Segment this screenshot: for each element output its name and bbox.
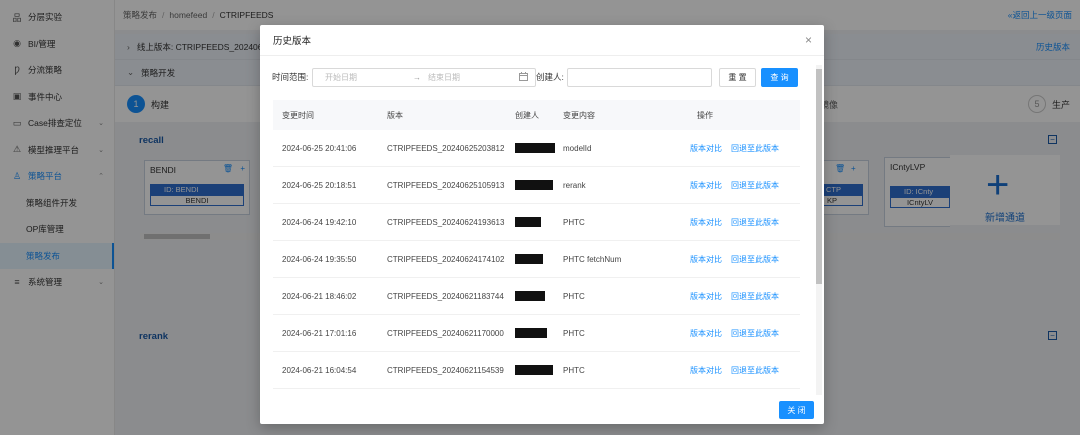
change-time: 2024-06-21 18:46:02 bbox=[282, 291, 357, 301]
content-cell: PHTC bbox=[563, 365, 585, 375]
rollback-link[interactable]: 回退至此版本 bbox=[731, 181, 779, 190]
table-row: 2024-06-21 18:46:02 CTRIPFEEDS_202406211… bbox=[273, 278, 800, 315]
creator-cell bbox=[515, 254, 563, 264]
creator-cell bbox=[515, 291, 563, 301]
date-range-picker[interactable]: 开始日期 → 结束日期 bbox=[312, 68, 536, 87]
redacted-name bbox=[515, 291, 545, 301]
vertical-scrollbar[interactable] bbox=[816, 65, 822, 395]
creator-cell bbox=[515, 180, 563, 190]
start-date-input[interactable]: 开始日期 bbox=[325, 72, 357, 83]
creator-cell bbox=[515, 365, 563, 375]
table-row: 2024-06-25 20:41:06 CTRIPFEEDS_202406252… bbox=[273, 130, 800, 167]
dialog-title: 历史版本 bbox=[273, 36, 312, 47]
redacted-name bbox=[515, 180, 553, 190]
version-cell: CTRIPFEEDS_20240624193613 bbox=[387, 217, 505, 227]
column-header: 操作 bbox=[697, 110, 713, 120]
rollback-link[interactable]: 回退至此版本 bbox=[731, 144, 779, 153]
change-time: 2024-06-21 17:01:16 bbox=[282, 328, 357, 338]
compare-link[interactable]: 版本对比 bbox=[690, 181, 722, 190]
content-cell: rerank bbox=[563, 180, 586, 190]
scrollbar-thumb[interactable] bbox=[816, 69, 822, 284]
history-table: 变更时间 版本 创建人 变更内容 操作 2024-06-25 20:41:06 … bbox=[273, 100, 800, 389]
rollback-link[interactable]: 回退至此版本 bbox=[731, 329, 779, 338]
change-time: 2024-06-25 20:18:51 bbox=[282, 180, 357, 190]
reset-button[interactable]: 重 置 bbox=[719, 68, 756, 87]
content-cell: modelId bbox=[563, 143, 592, 153]
version-cell: CTRIPFEEDS_20240621183744 bbox=[387, 291, 504, 301]
table-row: 2024-06-25 20:18:51 CTRIPFEEDS_202406251… bbox=[273, 167, 800, 204]
rollback-link[interactable]: 回退至此版本 bbox=[731, 366, 779, 375]
action-cell: 版本对比 回退至此版本 bbox=[690, 180, 800, 191]
creator-label: 创建人: bbox=[536, 72, 564, 82]
compare-link[interactable]: 版本对比 bbox=[690, 366, 722, 375]
change-time: 2024-06-24 19:35:50 bbox=[282, 254, 357, 264]
creator-cell bbox=[515, 217, 563, 227]
action-cell: 版本对比 回退至此版本 bbox=[690, 365, 800, 376]
action-cell: 版本对比 回退至此版本 bbox=[690, 143, 800, 154]
compare-link[interactable]: 版本对比 bbox=[690, 329, 722, 338]
version-cell: CTRIPFEEDS_20240621154539 bbox=[387, 365, 504, 375]
compare-link[interactable]: 版本对比 bbox=[690, 218, 722, 227]
column-header: 创建人 bbox=[515, 110, 539, 120]
redacted-name bbox=[515, 143, 555, 153]
change-time: 2024-06-24 19:42:10 bbox=[282, 217, 357, 227]
redacted-name bbox=[515, 254, 543, 264]
version-cell: CTRIPFEEDS_20240621170000 bbox=[387, 328, 504, 338]
content-cell: PHTC bbox=[563, 217, 585, 227]
action-cell: 版本对比 回退至此版本 bbox=[690, 328, 800, 339]
version-cell: CTRIPFEEDS_20240625105913 bbox=[387, 180, 505, 190]
query-button[interactable]: 查 询 bbox=[761, 68, 798, 87]
table-row: 2024-06-24 19:35:50 CTRIPFEEDS_202406241… bbox=[273, 241, 800, 278]
compare-link[interactable]: 版本对比 bbox=[690, 144, 722, 153]
history-version-dialog: 历史版本 × 时间范围: 开始日期 → 结束日期 创建人: 重 置 查 询 变更… bbox=[260, 25, 824, 424]
compare-link[interactable]: 版本对比 bbox=[690, 255, 722, 264]
time-range-label: 时间范围: bbox=[272, 72, 309, 82]
rollback-link[interactable]: 回退至此版本 bbox=[731, 218, 779, 227]
content-cell: PHTC fetchNum bbox=[563, 254, 622, 264]
change-time: 2024-06-25 20:41:06 bbox=[282, 143, 357, 153]
action-cell: 版本对比 回退至此版本 bbox=[690, 217, 800, 228]
table-row: 2024-06-24 19:42:10 CTRIPFEEDS_202406241… bbox=[273, 204, 800, 241]
end-date-input[interactable]: 结束日期 bbox=[428, 72, 460, 83]
creator-cell bbox=[515, 143, 563, 153]
content-cell: PHTC bbox=[563, 328, 585, 338]
redacted-name bbox=[515, 365, 553, 375]
action-cell: 版本对比 回退至此版本 bbox=[690, 254, 800, 265]
redacted-name bbox=[515, 328, 547, 338]
table-row: 2024-06-21 17:01:16 CTRIPFEEDS_202406211… bbox=[273, 315, 800, 352]
content-cell: PHTC bbox=[563, 291, 585, 301]
table-header: 变更时间 版本 创建人 变更内容 操作 bbox=[273, 100, 800, 130]
dialog-header: 历史版本 bbox=[260, 25, 824, 56]
column-header: 版本 bbox=[387, 110, 403, 120]
rollback-link[interactable]: 回退至此版本 bbox=[731, 255, 779, 264]
close-icon[interactable]: × bbox=[805, 33, 812, 47]
calendar-icon bbox=[519, 72, 528, 83]
column-header: 变更时间 bbox=[282, 110, 314, 120]
change-time: 2024-06-21 16:04:54 bbox=[282, 365, 357, 375]
creator-cell bbox=[515, 328, 563, 338]
version-cell: CTRIPFEEDS_20240624174102 bbox=[387, 254, 505, 264]
column-header: 变更内容 bbox=[563, 110, 595, 120]
close-button[interactable]: 关 闭 bbox=[779, 401, 814, 419]
compare-link[interactable]: 版本对比 bbox=[690, 292, 722, 301]
redacted-name bbox=[515, 217, 541, 227]
table-row: 2024-06-21 16:04:54 CTRIPFEEDS_202406211… bbox=[273, 352, 800, 389]
creator-input[interactable] bbox=[567, 68, 712, 87]
filter-bar: 时间范围: 开始日期 → 结束日期 创建人: 重 置 查 询 bbox=[272, 68, 800, 88]
action-cell: 版本对比 回退至此版本 bbox=[690, 291, 800, 302]
arrow-right-icon: → bbox=[413, 73, 421, 82]
rollback-link[interactable]: 回退至此版本 bbox=[731, 292, 779, 301]
version-cell: CTRIPFEEDS_20240625203812 bbox=[387, 143, 505, 153]
